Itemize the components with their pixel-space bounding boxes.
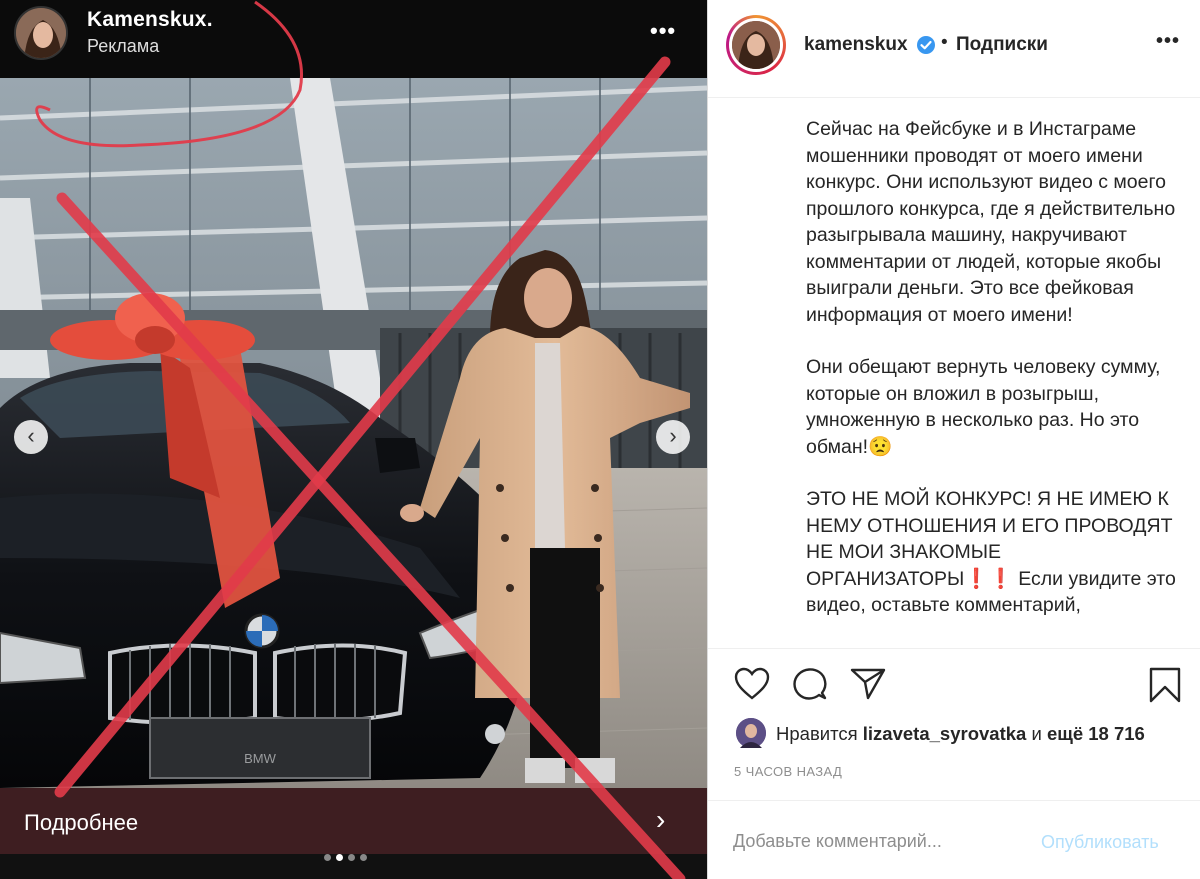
comment-input[interactable] bbox=[733, 831, 1033, 852]
story-ring[interactable] bbox=[726, 15, 786, 75]
bookmark-icon[interactable] bbox=[1148, 667, 1182, 703]
verified-badge-icon bbox=[917, 36, 935, 54]
chevron-right-icon: › bbox=[656, 804, 666, 835]
caption-paragraph: Они обещают вернуть человеку сумму, кото… bbox=[806, 356, 1161, 458]
stadium-car-photo: BMW bbox=[0, 78, 707, 788]
likes-conjunction: и bbox=[1031, 723, 1042, 744]
avatar-portrait-icon bbox=[732, 21, 780, 69]
learn-more-button[interactable]: Подробнее › bbox=[0, 788, 707, 854]
post-avatar bbox=[729, 18, 783, 72]
liker-username[interactable]: lizaveta_syrovatka bbox=[863, 723, 1027, 744]
carousel-dot[interactable] bbox=[324, 854, 331, 861]
carousel-dots bbox=[324, 848, 372, 866]
story-avatar[interactable] bbox=[14, 6, 68, 60]
more-horizontal-icon[interactable]: ••• bbox=[650, 18, 676, 44]
caption-paragraph: Сейчас на Фейсбуке и в Инстаграме мошенн… bbox=[806, 118, 1176, 326]
liker-avatar[interactable] bbox=[736, 718, 766, 748]
share-icon[interactable] bbox=[850, 667, 886, 701]
more-horizontal-icon[interactable]: ••• bbox=[1156, 30, 1180, 53]
likes-count[interactable]: ещё 18 716 bbox=[1047, 723, 1145, 744]
likes-summary: Нравится lizaveta_syrovatka и ещё 18 716 bbox=[776, 723, 1145, 745]
story-panel: BMW Kamenskux. Реклама ••• ‹ › Подробнее… bbox=[0, 0, 707, 879]
story-username[interactable]: Kamenskux. bbox=[87, 8, 213, 32]
post-timestamp[interactable]: 5 ЧАСОВ НАЗАД bbox=[734, 764, 842, 779]
post-panel: kamenskux • Подписки ••• Сейчас на Фейсб… bbox=[707, 0, 1200, 879]
sponsored-label: Реклама bbox=[87, 36, 160, 56]
chevron-right-icon[interactable]: › bbox=[656, 420, 690, 454]
post-header: kamenskux • Подписки ••• bbox=[708, 0, 1200, 98]
story-photo: BMW bbox=[0, 78, 707, 788]
post-caption: Сейчас на Фейсбуке и в Инстаграме мошенн… bbox=[806, 116, 1176, 643]
chevron-left-icon[interactable]: ‹ bbox=[14, 420, 48, 454]
carousel-dot-active[interactable] bbox=[336, 854, 343, 861]
comment-bar: Опубликовать bbox=[708, 800, 1200, 879]
story-header: Kamenskux. Реклама ••• bbox=[0, 0, 707, 78]
likes-prefix: Нравится bbox=[776, 723, 858, 744]
heart-icon[interactable] bbox=[734, 667, 770, 701]
carousel-dot[interactable] bbox=[360, 854, 367, 861]
carousel-dot[interactable] bbox=[348, 854, 355, 861]
cta-label: Подробнее bbox=[24, 810, 139, 835]
plate-text: BMW bbox=[244, 751, 277, 766]
caption-paragraph: ЭТО НЕ МОЙ КОНКУРС! Я НЕ ИМЕЮ К НЕМУ ОТН… bbox=[806, 488, 1176, 616]
separator-dot: • bbox=[941, 32, 948, 53]
post-username[interactable]: kamenskux bbox=[804, 34, 908, 56]
publish-button[interactable]: Опубликовать bbox=[1041, 832, 1159, 853]
action-bar bbox=[708, 648, 1200, 708]
comment-icon[interactable] bbox=[792, 667, 828, 701]
avatar-portrait-icon bbox=[16, 8, 66, 58]
following-button[interactable]: Подписки bbox=[956, 34, 1048, 56]
